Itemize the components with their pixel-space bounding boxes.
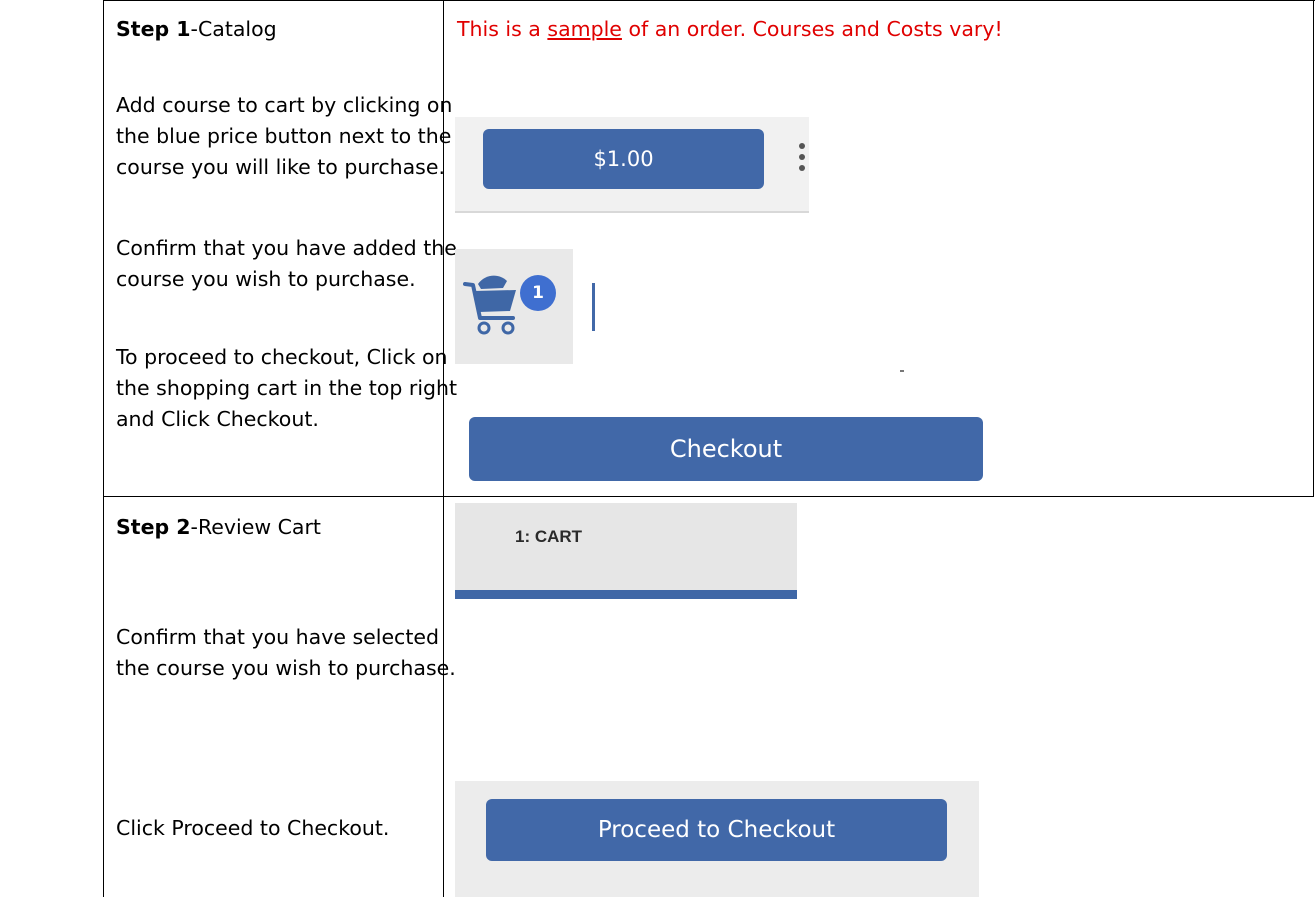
divider-mark [900, 370, 904, 372]
cart-step-label: 1: CART [515, 527, 583, 546]
step1-instruction-checkout: To proceed to checkout, Click on the sho… [116, 342, 457, 435]
cart-step-tab[interactable] [455, 503, 797, 599]
more-vertical-icon[interactable] [797, 143, 807, 179]
cart-count-badge: 1 [520, 275, 556, 311]
step2-heading: Step 2-Review Cart [116, 512, 321, 543]
price-button[interactable]: $1.00 [483, 129, 764, 189]
text-cursor [592, 283, 595, 331]
step1-heading: Step 1-Catalog [116, 14, 277, 45]
table-border-left [103, 0, 104, 897]
step2-name: -Review Cart [190, 515, 321, 539]
step1-number: Step 1 [116, 17, 191, 41]
checkout-button[interactable]: Checkout [469, 417, 983, 481]
notice-text-before: This is a [457, 17, 548, 41]
table-border-top [103, 0, 1315, 1]
price-panel-divider [455, 211, 809, 213]
shopping-cart-button[interactable] [455, 249, 573, 364]
text-line: Confirm that you have selected [116, 625, 439, 649]
text-line: Click Proceed to Checkout. [116, 816, 390, 840]
step2-number: Step 2 [116, 515, 191, 539]
notice-text-after: of an order. Courses and Costs vary! [621, 17, 1003, 41]
step2-instruction-confirm: Confirm that you have selected the cours… [116, 622, 456, 684]
step2-instruction-proceed: Click Proceed to Checkout. [116, 813, 389, 844]
text-line: Confirm that you have added the [116, 236, 457, 260]
sample-notice: This is a sample of an order. Courses an… [457, 14, 1003, 45]
text-line: the shopping cart in the top right [116, 376, 458, 400]
table-border-right [1313, 0, 1314, 497]
text-line: course you wish to purchase. [116, 267, 416, 291]
shopping-cart-icon [463, 275, 516, 335]
text-line: course you will like to purchase. [116, 155, 445, 179]
text-line: Add course to cart by clicking on [116, 93, 453, 117]
active-tab-indicator [455, 590, 797, 599]
step1-instruction-confirm: Confirm that you have added the course y… [116, 233, 457, 295]
step1-name: -Catalog [190, 17, 277, 41]
text-line: To proceed to checkout, Click on [116, 345, 448, 369]
notice-underlined-word: sample [547, 17, 622, 41]
table-row-divider [103, 496, 1314, 497]
text-line: and Click Checkout. [116, 407, 319, 431]
proceed-to-checkout-button[interactable]: Proceed to Checkout [486, 799, 947, 861]
text-line: the blue price button next to the [116, 124, 452, 148]
step1-instruction-add: Add course to cart by clicking on the bl… [116, 90, 452, 183]
text-line: the course you wish to purchase. [116, 656, 456, 680]
